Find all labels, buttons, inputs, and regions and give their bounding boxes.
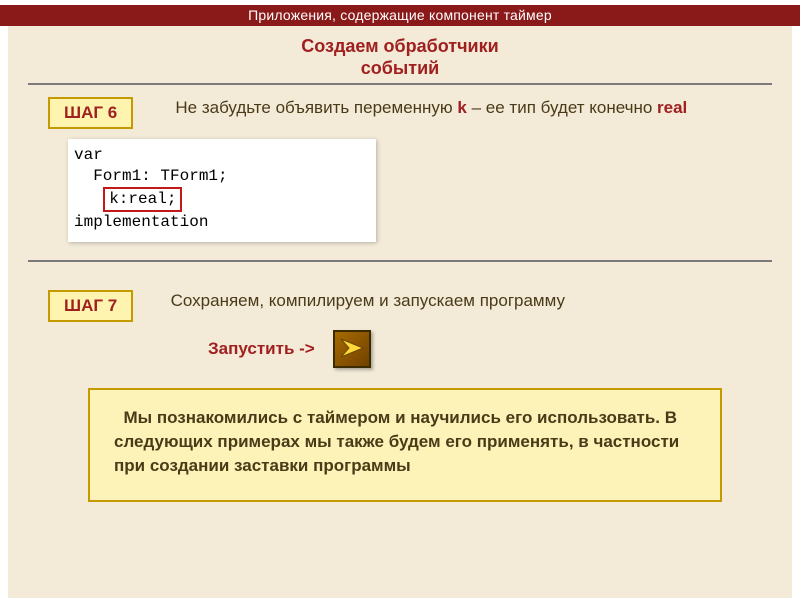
summary-text: Мы познакомились с таймером и научились …	[114, 408, 679, 475]
code-line-1: var	[74, 145, 374, 166]
step-7-badge: ШАГ 7	[48, 290, 133, 322]
header-bar: Приложения, содержащие компонент таймер	[0, 5, 800, 26]
divider-top	[28, 83, 772, 85]
step6-k: k	[457, 98, 466, 117]
step6-real: real	[657, 98, 687, 117]
step-6-text: Не забудьте объявить переменную k – ее т…	[161, 97, 687, 120]
step6-text-before: Не забудьте объявить переменную	[175, 98, 457, 117]
step6-text-mid: – ее тип будет конечно	[467, 98, 657, 117]
run-row: Запустить ->	[208, 330, 772, 368]
code-line-3: k:real;	[74, 187, 374, 212]
code-highlight: k:real;	[103, 187, 182, 212]
code-line-4: implementation	[74, 212, 374, 233]
code-line-2: Form1: TForm1;	[74, 166, 374, 187]
play-button[interactable]	[333, 330, 371, 368]
divider-mid	[28, 260, 772, 262]
step7-text-content: Сохраняем, компилируем и запускаем прогр…	[171, 291, 565, 310]
section-title-line2: событий	[361, 58, 439, 78]
run-label: Запустить ->	[208, 339, 315, 359]
header-title: Приложения, содержащие компонент таймер	[248, 7, 552, 23]
code-snippet: var Form1: TForm1; k:real; implementatio…	[68, 139, 376, 242]
summary-box: Мы познакомились с таймером и научились …	[88, 388, 722, 501]
step-6-badge: ШАГ 6	[48, 97, 133, 129]
step-7-row: ШАГ 7 Сохраняем, компилируем и запускаем…	[48, 290, 752, 322]
section-title: Создаем обработчики событий	[28, 36, 772, 79]
step-6-row: ШАГ 6 Не забудьте объявить переменную k …	[48, 97, 752, 129]
content-area: Создаем обработчики событий ШАГ 6 Не заб…	[8, 26, 792, 598]
step-7-text: Сохраняем, компилируем и запускаем прогр…	[161, 290, 565, 313]
section-title-line1: Создаем обработчики	[301, 36, 498, 56]
